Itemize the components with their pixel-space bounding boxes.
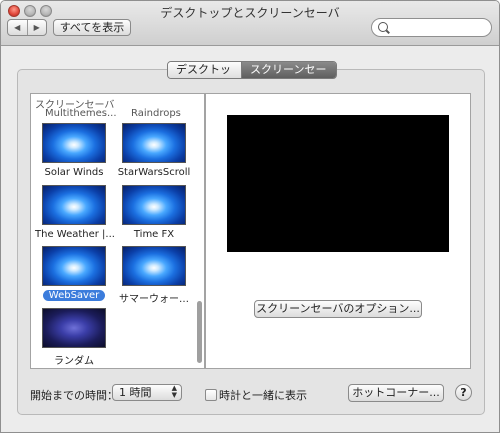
list-item-clipped[interactable]: Multithemes... [45,108,117,119]
scrollbar-thumb[interactable] [197,301,202,363]
screensaver-thumbnail [122,246,186,286]
screensaver-thumbnail [42,185,106,225]
screensaver-list[interactable]: スクリーンセーバ Multithemes... Raindrops Solar … [30,93,205,369]
screensaver-thumbnail [42,123,106,163]
list-item[interactable]: Time FX [115,185,193,240]
screensaver-thumbnail [42,308,106,348]
popup-arrows-icon: ▲ ▼ [171,384,177,399]
screensaver-thumbnail [42,246,106,286]
start-after-value: 1 時間 [119,386,152,399]
search-icon [378,22,388,32]
list-item[interactable]: StarWarsScroll [115,123,193,178]
search-input[interactable] [390,20,490,36]
show-clock-checkbox[interactable] [205,389,217,401]
tab-desktop[interactable]: デスクトップ [168,62,242,78]
tab-bar: デスクトップ スクリーンセーバ [167,61,337,79]
list-item-label: サマーウォー… [119,294,189,305]
list-item[interactable]: Solar Winds [35,123,113,178]
start-after-label: 開始までの時間： [30,389,118,402]
start-after-popup[interactable]: 1 時間 ▲ ▼ [112,384,182,401]
show-all-button[interactable]: すべてを表示 [53,19,131,36]
show-clock-label[interactable]: 時計と一緒に表示 [219,387,307,403]
preferences-window: デスクトップとスクリーンセーバ ◀ ▶ すべてを表示 デスクトップ スクリーンセ… [0,0,500,433]
list-item-label: StarWarsScroll [117,167,191,178]
back-icon[interactable]: ◀ [8,20,28,35]
screensaver-thumbnail [122,185,186,225]
list-item[interactable]: サマーウォー… [115,246,193,305]
list-item-label: The Weather |... [35,229,115,240]
list-item-label: Time FX [133,229,175,240]
title-bar: デスクトップとスクリーンセーバ ◀ ▶ すべてを表示 [1,1,499,46]
hot-corners-button[interactable]: ホットコーナー... [348,384,444,402]
tab-screensaver[interactable]: スクリーンセーバ [242,62,336,78]
list-item[interactable]: ランダム [35,308,113,367]
back-forward-control: ◀ ▶ [7,19,47,36]
list-item-label: ランダム [54,356,94,367]
preview-screen [227,115,449,252]
search-field[interactable] [371,18,492,37]
list-item-label: WebSaver [42,290,106,301]
list-item-label: Solar Winds [44,167,104,178]
forward-icon[interactable]: ▶ [28,20,47,35]
screensaver-options-button[interactable]: スクリーンセーバのオプション... [254,300,422,318]
help-button[interactable]: ? [455,384,472,401]
screensaver-thumbnail [122,123,186,163]
list-item[interactable]: The Weather |... [35,185,115,240]
list-item-clipped[interactable]: Raindrops [131,108,181,119]
list-item-selected[interactable]: WebSaver [35,246,113,301]
